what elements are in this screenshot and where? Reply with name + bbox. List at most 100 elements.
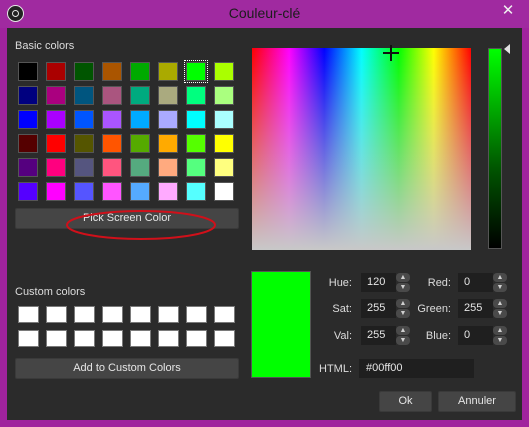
spin-up-icon[interactable]: ▲ xyxy=(493,273,507,282)
spin-down-icon[interactable]: ▼ xyxy=(396,336,410,345)
basic-color-swatch[interactable] xyxy=(102,134,122,153)
basic-color-swatch[interactable] xyxy=(184,60,208,83)
basic-color-swatch[interactable] xyxy=(158,86,178,105)
custom-colors-label: Custom colors xyxy=(15,286,86,298)
spin-down-icon[interactable]: ▼ xyxy=(493,283,507,292)
basic-color-swatch[interactable] xyxy=(214,62,234,81)
val-input[interactable]: 255 xyxy=(361,326,396,345)
custom-color-swatch[interactable] xyxy=(74,330,95,347)
basic-color-swatch[interactable] xyxy=(18,110,38,129)
basic-color-swatch[interactable] xyxy=(102,86,122,105)
hue-spinner[interactable]: ▲ ▼ xyxy=(396,273,410,292)
basic-color-swatch[interactable] xyxy=(46,110,66,129)
basic-color-swatch[interactable] xyxy=(74,158,94,177)
basic-color-swatch[interactable] xyxy=(130,62,150,81)
close-button[interactable]: ✕ xyxy=(493,0,523,22)
window-title: Couleur-clé xyxy=(228,5,301,21)
custom-color-swatch[interactable] xyxy=(214,330,235,347)
custom-color-swatch[interactable] xyxy=(186,306,207,323)
custom-color-swatch[interactable] xyxy=(18,306,39,323)
custom-color-swatch[interactable] xyxy=(18,330,39,347)
custom-color-swatch[interactable] xyxy=(130,306,151,323)
basic-color-swatch[interactable] xyxy=(186,110,206,129)
spin-down-icon[interactable]: ▼ xyxy=(396,309,410,318)
green-input[interactable]: 255 xyxy=(458,299,493,318)
spin-up-icon[interactable]: ▲ xyxy=(493,299,507,308)
custom-color-swatch[interactable] xyxy=(158,330,179,347)
crosshair-icon-vertical xyxy=(390,45,392,61)
basic-color-swatch[interactable] xyxy=(214,110,234,129)
spin-up-icon[interactable]: ▲ xyxy=(493,326,507,335)
basic-color-swatch[interactable] xyxy=(158,110,178,129)
color-spectrum-picker[interactable] xyxy=(252,45,471,250)
basic-color-swatch[interactable] xyxy=(130,158,150,177)
basic-color-swatch[interactable] xyxy=(74,182,94,201)
basic-color-swatch[interactable] xyxy=(46,182,66,201)
basic-color-swatch[interactable] xyxy=(18,86,38,105)
basic-color-swatch[interactable] xyxy=(46,134,66,153)
custom-color-swatch[interactable] xyxy=(158,306,179,323)
basic-color-swatch[interactable] xyxy=(102,110,122,129)
title-bar[interactable]: Couleur-clé ✕ xyxy=(0,0,529,28)
add-to-custom-colors-button[interactable]: Add to Custom Colors xyxy=(15,358,239,379)
cancel-button[interactable]: Annuler xyxy=(438,391,516,412)
basic-color-swatch[interactable] xyxy=(74,62,94,81)
red-spinner[interactable]: ▲ ▼ xyxy=(493,273,507,292)
custom-color-swatch[interactable] xyxy=(74,306,95,323)
basic-color-swatch[interactable] xyxy=(74,86,94,105)
slider-arrow-icon[interactable] xyxy=(504,44,510,54)
basic-color-swatch[interactable] xyxy=(158,134,178,153)
spin-up-icon[interactable]: ▲ xyxy=(396,326,410,335)
basic-color-swatch[interactable] xyxy=(186,134,206,153)
basic-color-swatch[interactable] xyxy=(186,182,206,201)
basic-color-swatch[interactable] xyxy=(46,158,66,177)
basic-color-swatch[interactable] xyxy=(186,158,206,177)
basic-color-swatch[interactable] xyxy=(102,62,122,81)
blue-spinner[interactable]: ▲ ▼ xyxy=(493,326,507,345)
basic-color-swatch[interactable] xyxy=(130,110,150,129)
basic-color-swatch[interactable] xyxy=(130,134,150,153)
custom-color-swatch[interactable] xyxy=(46,330,67,347)
html-color-input[interactable]: #00ff00 xyxy=(359,359,474,378)
spin-up-icon[interactable]: ▲ xyxy=(396,299,410,308)
ok-button[interactable]: Ok xyxy=(379,391,432,412)
hue-input[interactable]: 120 xyxy=(361,273,396,292)
basic-color-swatch[interactable] xyxy=(214,182,234,201)
basic-color-swatch[interactable] xyxy=(74,134,94,153)
basic-color-swatch[interactable] xyxy=(158,62,178,81)
basic-color-swatch[interactable] xyxy=(46,86,66,105)
blue-input[interactable]: 0 xyxy=(458,326,493,345)
luminance-slider[interactable] xyxy=(488,48,502,249)
basic-color-swatch[interactable] xyxy=(214,86,234,105)
red-input[interactable]: 0 xyxy=(458,273,493,292)
basic-color-swatch[interactable] xyxy=(18,134,38,153)
basic-color-swatch[interactable] xyxy=(186,86,206,105)
green-spinner[interactable]: ▲ ▼ xyxy=(493,299,507,318)
sat-spinner[interactable]: ▲ ▼ xyxy=(396,299,410,318)
val-spinner[interactable]: ▲ ▼ xyxy=(396,326,410,345)
basic-color-swatch[interactable] xyxy=(158,182,178,201)
basic-color-swatch[interactable] xyxy=(214,134,234,153)
custom-color-swatch[interactable] xyxy=(130,330,151,347)
basic-color-swatch[interactable] xyxy=(130,182,150,201)
spin-down-icon[interactable]: ▼ xyxy=(396,283,410,292)
basic-color-swatch[interactable] xyxy=(158,158,178,177)
basic-color-swatch[interactable] xyxy=(214,158,234,177)
basic-color-swatch[interactable] xyxy=(102,182,122,201)
custom-color-swatch[interactable] xyxy=(46,306,67,323)
basic-color-swatch[interactable] xyxy=(46,62,66,81)
basic-color-swatch[interactable] xyxy=(130,86,150,105)
spin-up-icon[interactable]: ▲ xyxy=(396,273,410,282)
basic-color-swatch[interactable] xyxy=(18,62,38,81)
spin-down-icon[interactable]: ▼ xyxy=(493,309,507,318)
custom-color-swatch[interactable] xyxy=(214,306,235,323)
basic-color-swatch[interactable] xyxy=(102,158,122,177)
basic-color-swatch[interactable] xyxy=(74,110,94,129)
basic-color-swatch[interactable] xyxy=(18,158,38,177)
sat-input[interactable]: 255 xyxy=(361,299,396,318)
spin-down-icon[interactable]: ▼ xyxy=(493,336,507,345)
custom-color-swatch[interactable] xyxy=(186,330,207,347)
custom-color-swatch[interactable] xyxy=(102,330,123,347)
custom-color-swatch[interactable] xyxy=(102,306,123,323)
basic-color-swatch[interactable] xyxy=(18,182,38,201)
